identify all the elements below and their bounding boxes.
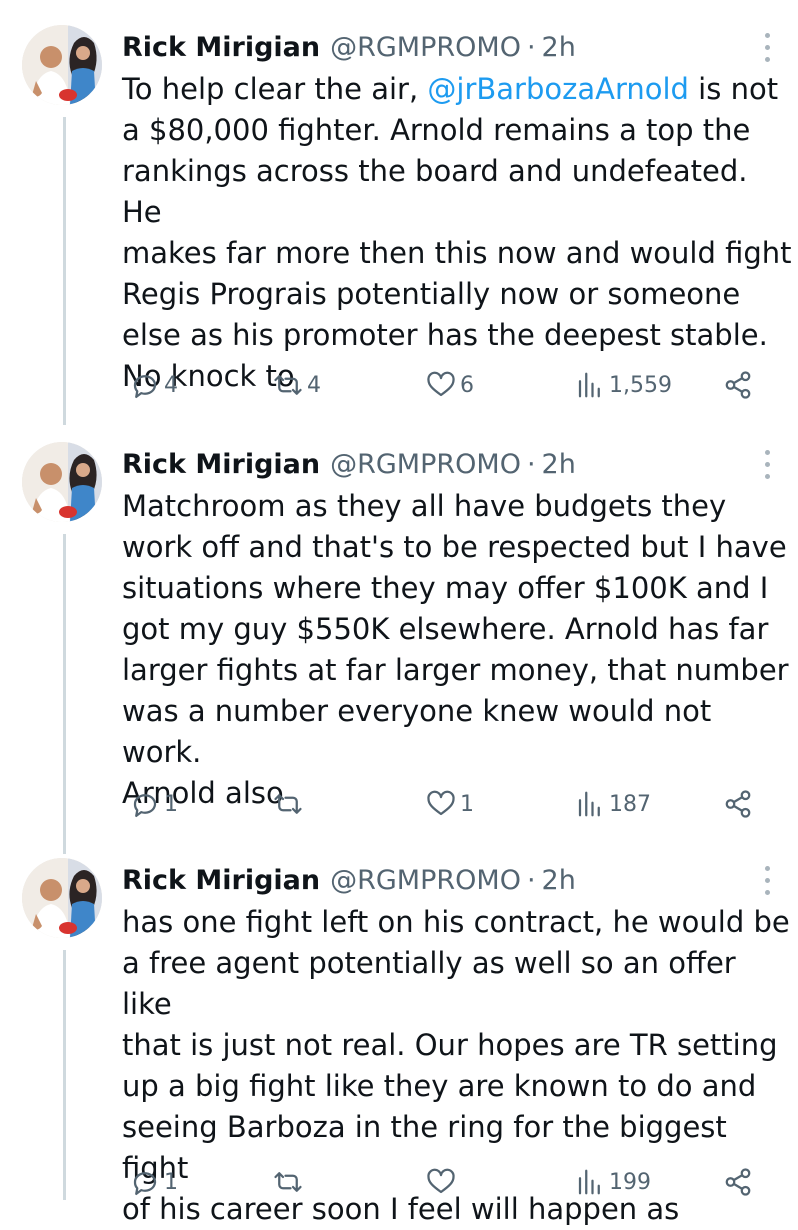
share-button[interactable]: [723, 784, 753, 824]
share-button[interactable]: [723, 1162, 753, 1202]
like-button[interactable]: 6: [426, 365, 474, 405]
repost-button[interactable]: [273, 784, 307, 824]
views-button[interactable]: 187: [575, 784, 651, 824]
like-count: 1: [460, 791, 474, 817]
reply-button[interactable]: 1: [130, 784, 178, 824]
repost-count: 4: [307, 372, 321, 398]
share-button[interactable]: [723, 365, 753, 405]
view-count: 187: [609, 791, 651, 817]
views-button[interactable]: 199: [575, 1162, 651, 1202]
views-button[interactable]: 1,559: [575, 365, 672, 405]
repost-icon: [274, 375, 302, 395]
like-button[interactable]: 1: [426, 784, 474, 824]
mention-link[interactable]: @jrBarbozaArnold: [427, 72, 689, 106]
timestamp[interactable]: 2h: [542, 865, 576, 896]
reply-count: 1: [164, 791, 178, 817]
avatar[interactable]: [22, 25, 102, 105]
like-count: 6: [460, 372, 474, 398]
tweet-1[interactable]: Rick Mirigian @RGMPROMO · 2h To help cle…: [0, 25, 798, 425]
timestamp[interactable]: 2h: [542, 449, 576, 480]
tweet-header: Rick Mirigian @RGMPROMO · 2h: [122, 442, 576, 486]
action-bar: 1 199: [0, 1162, 798, 1202]
author-name[interactable]: Rick Mirigian: [122, 865, 320, 896]
author-name[interactable]: Rick Mirigian: [122, 449, 320, 480]
repost-button[interactable]: [273, 1162, 307, 1202]
share-icon: [725, 1168, 751, 1196]
share-icon: [725, 790, 751, 818]
text-segment: To help clear the air,: [122, 72, 428, 106]
reply-icon: [133, 1172, 157, 1195]
more-icon[interactable]: [755, 29, 779, 65]
reply-icon: [133, 794, 157, 817]
tweet-3[interactable]: Rick Mirigian @RGMPROMO · 2h has one fig…: [0, 858, 798, 1226]
heart-icon: [427, 790, 455, 816]
avatar[interactable]: [22, 858, 102, 938]
views-icon: [578, 372, 600, 398]
reply-button[interactable]: 4: [130, 365, 178, 405]
reply-icon: [133, 375, 157, 398]
view-count: 199: [609, 1169, 651, 1195]
heart-icon: [427, 371, 455, 397]
views-icon: [578, 1169, 600, 1195]
author-handle[interactable]: @RGMPROMO: [330, 865, 521, 896]
view-count: 1,559: [609, 372, 672, 398]
more-icon[interactable]: [755, 862, 779, 898]
avatar[interactable]: [22, 442, 102, 522]
repost-button[interactable]: 4: [273, 365, 321, 405]
reply-count: 1: [164, 1169, 178, 1195]
tweet-header: Rick Mirigian @RGMPROMO · 2h: [122, 858, 576, 902]
timestamp[interactable]: 2h: [542, 32, 576, 63]
tweet-text: To help clear the air, @jrBarbozaArnold …: [122, 69, 792, 397]
author-handle[interactable]: @RGMPROMO: [330, 32, 521, 63]
tweet-header: Rick Mirigian @RGMPROMO · 2h: [122, 25, 576, 69]
tweet-text: Matchroom as they all have budgets they …: [122, 489, 789, 810]
author-handle[interactable]: @RGMPROMO: [330, 449, 521, 480]
separator: ·: [526, 31, 536, 63]
text-segment: is not a $80,000 fighter. Arnold remains…: [122, 72, 792, 393]
repost-icon: [274, 1172, 302, 1192]
author-name[interactable]: Rick Mirigian: [122, 32, 320, 63]
views-icon: [578, 791, 600, 817]
separator: ·: [526, 864, 536, 896]
heart-icon: [427, 1168, 455, 1194]
reply-count: 4: [164, 372, 178, 398]
share-icon: [725, 371, 751, 399]
like-button[interactable]: [426, 1162, 460, 1202]
more-icon[interactable]: [755, 446, 779, 482]
action-bar: 4 4 6 1,559: [0, 365, 798, 405]
repost-icon: [274, 794, 302, 814]
tweet-2[interactable]: Rick Mirigian @RGMPROMO · 2h Matchroom a…: [0, 442, 798, 854]
action-bar: 1 1 187: [0, 784, 798, 824]
reply-button[interactable]: 1: [130, 1162, 178, 1202]
separator: ·: [526, 448, 536, 480]
